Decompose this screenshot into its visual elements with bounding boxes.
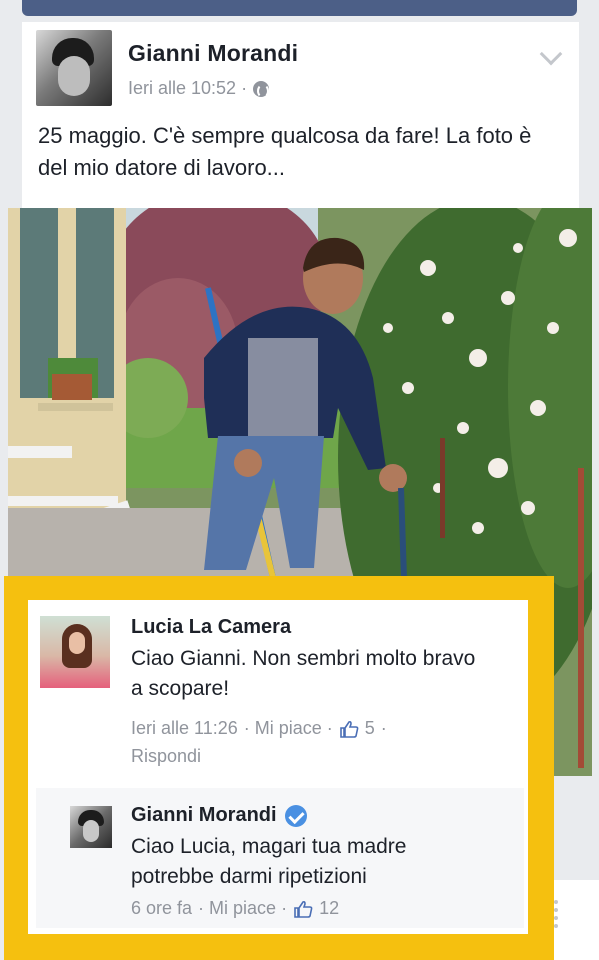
- page-edge: [554, 880, 599, 960]
- top-bar: [0, 0, 599, 16]
- comment-text: Ciao Gianni. Non sembri molto bravo a sc…: [131, 647, 476, 700]
- reply-author: Gianni Morandi: [131, 804, 307, 827]
- like-count: 5: [364, 718, 375, 738]
- comment-timestamp[interactable]: Ieri alle 11:26: [131, 718, 238, 739]
- reply-timestamp[interactable]: 6 ore fa: [131, 898, 192, 919]
- author-avatar[interactable]: [36, 30, 112, 106]
- like-link[interactable]: · Mi piace ·: [198, 898, 287, 919]
- reply-meta: 6 ore fa · Mi piace · 12: [131, 898, 339, 919]
- like-link[interactable]: · Mi piace ·: [244, 718, 333, 739]
- post-meta: Ieri alle 10:52 ·: [128, 78, 270, 99]
- reply-text: Ciao Lucia, magari tua madre potrebbe da…: [131, 835, 407, 888]
- post-card: Gianni Morandi Ieri alle 10:52 · 25 magg…: [22, 22, 579, 210]
- globe-icon: [253, 80, 270, 98]
- post-text: 25 maggio. C'è sempre qualcosa da fare! …: [38, 123, 532, 180]
- reply-button[interactable]: Rispondi: [131, 746, 201, 767]
- reply-author-name[interactable]: Gianni Morandi: [131, 804, 277, 827]
- scroll-dots: [554, 900, 558, 928]
- meta-separator: ·: [380, 718, 387, 738]
- post-author-name[interactable]: Gianni Morandi: [128, 40, 298, 67]
- verified-badge-icon: [284, 804, 307, 827]
- chevron-down-icon[interactable]: [539, 42, 563, 66]
- comment-author-name[interactable]: Lucia La Camera: [131, 616, 291, 639]
- like-count: 12: [319, 898, 340, 918]
- post-timestamp[interactable]: Ieri alle 10:52 ·: [128, 78, 247, 99]
- commenter-avatar[interactable]: [40, 616, 110, 688]
- header-strip: [22, 0, 577, 16]
- reply-author-avatar[interactable]: [70, 806, 112, 848]
- comment-meta: Ieri alle 11:26 · Mi piace · 5 ·: [131, 718, 387, 739]
- thumbs-up-icon: [294, 900, 313, 918]
- thumbs-up-icon: [339, 720, 359, 738]
